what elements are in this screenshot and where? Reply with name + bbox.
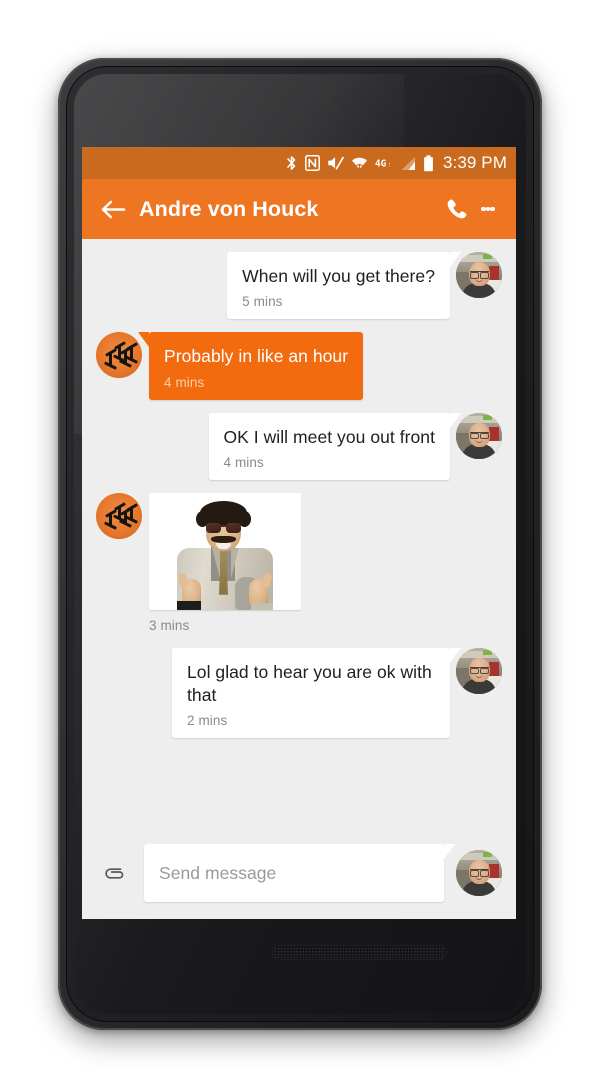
message-bubble[interactable]: OK I will meet you out front 4 mins bbox=[208, 412, 461, 480]
bottom-speaker-grille bbox=[272, 945, 447, 960]
call-button[interactable] bbox=[440, 192, 474, 226]
avatar-logo bbox=[96, 492, 142, 539]
composer-avatar[interactable] bbox=[456, 850, 502, 896]
network-4g-icon: 4G : bbox=[375, 157, 393, 170]
message-bubble[interactable]: Lol glad to hear you are ok with that 2 … bbox=[172, 647, 461, 739]
message-bubble[interactable]: Probably in like an hour 4 mins bbox=[137, 332, 364, 400]
thumbs-up-photo bbox=[149, 492, 301, 610]
message-row-received: When will you get there? 5 mins bbox=[82, 252, 516, 320]
message-composer: Send message bbox=[82, 827, 516, 919]
message-input[interactable]: Send message bbox=[144, 844, 455, 902]
avatar-logo bbox=[96, 332, 142, 379]
message-image[interactable] bbox=[149, 492, 301, 610]
message-timestamp: 5 mins bbox=[242, 294, 283, 310]
message-text: Lol glad to hear you are ok with that bbox=[187, 661, 432, 706]
message-text: OK I will meet you out front bbox=[223, 426, 435, 447]
message-thread[interactable]: When will you get there? 5 mins Probably… bbox=[82, 239, 516, 919]
overflow-menu-button[interactable] bbox=[474, 192, 502, 226]
screenshot-root: 4G : 3:39 PM Andre von Houck When will y… bbox=[0, 0, 600, 1083]
signal-bars-icon bbox=[400, 156, 416, 171]
svg-text:4G: 4G bbox=[375, 158, 387, 169]
message-timestamp: 4 mins bbox=[164, 374, 205, 390]
bluetooth-icon bbox=[285, 155, 298, 172]
status-bar: 4G : 3:39 PM bbox=[82, 147, 516, 179]
user-avatar[interactable] bbox=[96, 492, 142, 539]
contact-avatar[interactable] bbox=[456, 252, 502, 298]
phone-screen: 4G : 3:39 PM Andre von Houck When will y… bbox=[82, 147, 516, 919]
status-bar-clock: 3:39 PM bbox=[442, 153, 507, 172]
message-row-received: Lol glad to hear you are ok with that 2 … bbox=[82, 647, 516, 739]
app-bar: Andre von Houck bbox=[82, 179, 516, 244]
message-timestamp: 4 mins bbox=[223, 454, 264, 470]
wifi-icon bbox=[351, 156, 368, 171]
svg-text::: : bbox=[387, 160, 391, 168]
message-text: When will you get there? bbox=[242, 266, 435, 286]
message-row-sent: Probably in like an hour 4 mins bbox=[82, 332, 516, 400]
page-title: Andre von Houck bbox=[139, 196, 319, 221]
contact-avatar[interactable] bbox=[456, 647, 502, 694]
message-row-received: OK I will meet you out front 4 mins bbox=[82, 412, 516, 480]
message-timestamp: 2 mins bbox=[187, 713, 228, 729]
battery-icon bbox=[423, 154, 434, 172]
avatar-photo bbox=[456, 850, 502, 896]
avatar-photo bbox=[456, 647, 502, 694]
image-message: 3 mins bbox=[149, 492, 301, 633]
nfc-icon bbox=[305, 155, 320, 171]
user-avatar[interactable] bbox=[96, 332, 142, 379]
contact-avatar[interactable] bbox=[456, 412, 502, 459]
menu-dot bbox=[490, 206, 495, 212]
attachment-icon[interactable] bbox=[96, 856, 130, 890]
message-bubble[interactable]: When will you get there? 5 mins bbox=[227, 252, 461, 320]
avatar-photo bbox=[456, 252, 502, 298]
message-row-sent-image: 3 mins bbox=[82, 492, 516, 633]
back-button[interactable] bbox=[96, 192, 130, 226]
message-timestamp: 3 mins bbox=[149, 617, 190, 633]
volume-mute-icon bbox=[327, 155, 344, 171]
avatar-photo bbox=[456, 412, 502, 459]
message-input-placeholder: Send message bbox=[159, 862, 277, 883]
message-text: Probably in like an hour bbox=[164, 346, 349, 367]
